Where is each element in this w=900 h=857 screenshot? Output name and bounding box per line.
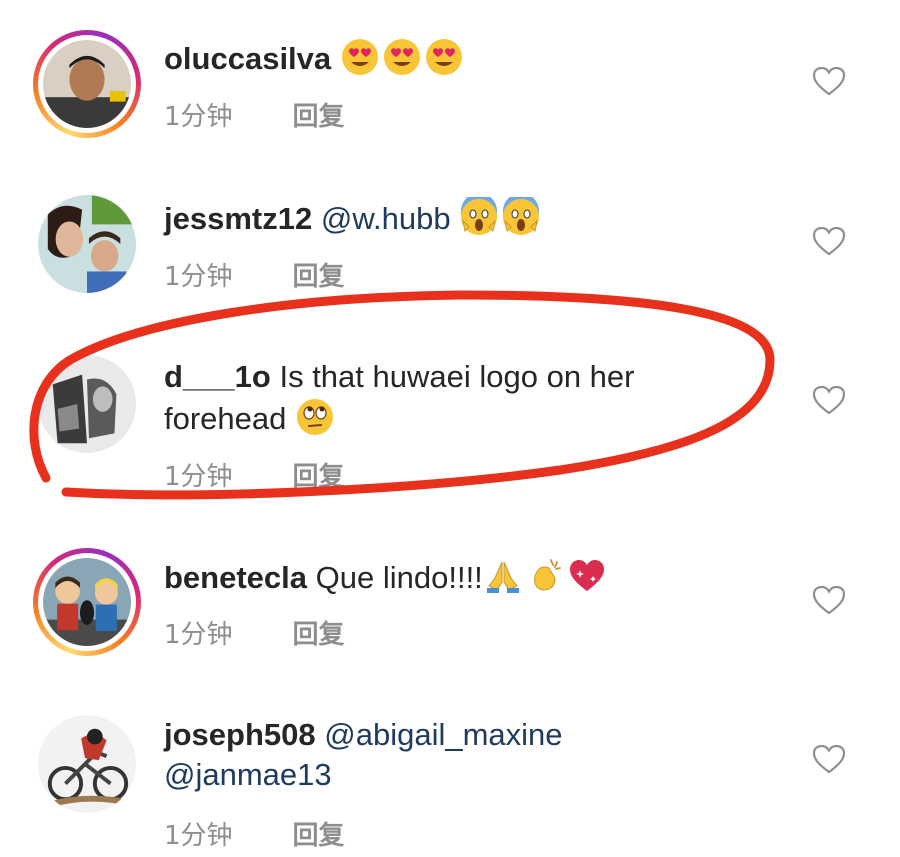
heart-eyes-emoji-icon	[340, 37, 380, 77]
avatar-photo-icon	[43, 558, 131, 646]
comment-time: 1分钟	[164, 102, 233, 132]
comment-meta: 1分钟 回复	[164, 614, 345, 651]
avatar-gap	[38, 355, 136, 453]
avatar-image	[38, 355, 136, 453]
avatar[interactable]	[33, 548, 141, 656]
avatar[interactable]	[33, 710, 141, 818]
comment-time: 1分钟	[164, 821, 233, 851]
avatar-gap	[38, 35, 136, 133]
like-heart-icon[interactable]	[812, 226, 846, 256]
like-heart-icon[interactable]	[812, 585, 846, 615]
comment-username[interactable]: benetecla	[164, 560, 307, 595]
avatar[interactable]	[33, 190, 141, 298]
comment-text: d___1o Is that huwaei logo on her forehe…	[164, 357, 764, 439]
scream-emoji-icon	[501, 197, 541, 237]
avatar-image	[38, 715, 136, 813]
like-heart-icon[interactable]	[812, 385, 846, 415]
comment-meta: 1分钟 回复	[164, 256, 345, 293]
comment-username[interactable]: joseph508	[164, 717, 316, 752]
comment-body-line2: forehead	[164, 401, 287, 436]
comment-meta: 1分钟 回复	[164, 456, 345, 493]
comment-mention[interactable]: @w.hubb	[321, 201, 451, 236]
comment-username[interactable]: d___1o	[164, 359, 271, 394]
eye-roll-emoji-icon	[295, 397, 335, 437]
reply-button[interactable]: 回复	[293, 462, 345, 492]
avatar[interactable]	[33, 30, 141, 138]
heart-eyes-emoji-icon	[382, 37, 422, 77]
comment-mention-line2[interactable]: @janmae13	[164, 757, 332, 792]
avatar-image	[43, 40, 131, 128]
reply-button[interactable]: 回复	[293, 620, 345, 650]
comment-meta: 1分钟 回复	[164, 96, 345, 133]
like-heart-icon[interactable]	[812, 744, 846, 774]
comment-time: 1分钟	[164, 620, 233, 650]
scream-emoji-icon	[459, 197, 499, 237]
comment-mention[interactable]: @abigail_maxine	[324, 717, 562, 752]
comment-text: benetecla Que lindo!!!!	[164, 556, 764, 598]
comment-text: joseph508 @abigail_maxine @janmae13	[164, 715, 764, 795]
avatar-gap	[38, 195, 136, 293]
comment-time: 1分钟	[164, 462, 233, 492]
avatar-photo-icon	[38, 715, 136, 813]
avatar-photo-icon	[38, 195, 136, 293]
comment-body: Is that huwaei logo on her	[279, 359, 635, 394]
avatar-image	[38, 195, 136, 293]
comment-username[interactable]: jessmtz12	[164, 201, 312, 236]
comment-text: oluccasilva	[164, 37, 764, 79]
sparkling-heart-emoji-icon	[567, 556, 607, 596]
reply-button[interactable]: 回复	[293, 262, 345, 292]
reply-button[interactable]: 回复	[293, 102, 345, 132]
heart-eyes-emoji-icon	[424, 37, 464, 77]
avatar-image	[43, 558, 131, 646]
comment-body: Que lindo!!!!	[315, 560, 483, 595]
clapping-hands-emoji-icon	[525, 556, 565, 596]
reply-button[interactable]: 回复	[293, 821, 345, 851]
comment-text: jessmtz12 @w.hubb	[164, 197, 764, 239]
avatar-gap	[38, 715, 136, 813]
comment-time: 1分钟	[164, 262, 233, 292]
avatar[interactable]	[33, 350, 141, 458]
like-heart-icon[interactable]	[812, 66, 846, 96]
avatar-gap	[38, 553, 136, 651]
comment-username[interactable]: oluccasilva	[164, 41, 331, 76]
folded-hands-emoji-icon	[483, 556, 523, 596]
comment-meta: 1分钟 回复	[164, 815, 345, 852]
avatar-photo-icon	[38, 355, 136, 453]
avatar-photo-icon	[43, 40, 131, 128]
